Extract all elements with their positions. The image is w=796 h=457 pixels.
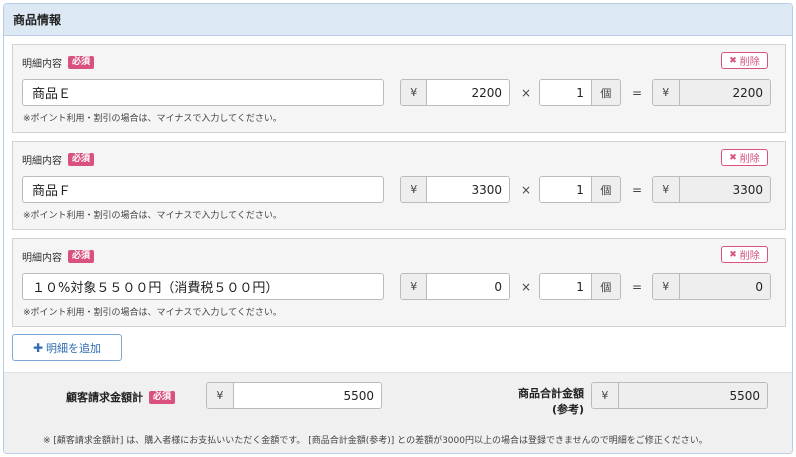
times-sign: ×: [520, 279, 532, 294]
product-total-label-line2: (参考): [551, 403, 584, 416]
qty-group: 1 個: [539, 176, 621, 203]
item-label-row: 明細内容 必須: [22, 152, 95, 167]
unit-addon: 個: [590, 274, 620, 299]
price-group: ¥ 3300: [400, 176, 510, 203]
qty-group: 1 個: [539, 273, 621, 300]
footer-note: ※ [顧客請求金額計] は、購入者様にお支払いいただく金額です。 [商品合計金額…: [43, 436, 708, 446]
billing-total-group: ¥ 5500: [206, 382, 382, 409]
item-note: ※ポイント利用・割引の場合は、マイナスで入力してください。: [23, 114, 282, 124]
item-name-input[interactable]: 商品Ｅ: [22, 79, 384, 106]
item-label: 明細内容: [22, 156, 62, 167]
quantity-input[interactable]: 1: [540, 80, 591, 105]
unit-price-input[interactable]: 3300: [427, 177, 509, 202]
yen-addon: ¥: [653, 177, 680, 202]
product-total-label: 商品合計金額 (参考): [484, 386, 584, 418]
item-note: ※ポイント利用・割引の場合は、マイナスで入力してください。: [23, 308, 282, 318]
billing-total-label-row: 顧客請求金額計 必須: [66, 389, 176, 405]
line-item: 明細内容 必須 ✖ 削除 商品Ｆ ※ポイント利用・割引の場合は、マイナスで入力し…: [12, 141, 786, 230]
delete-button[interactable]: ✖ 削除: [721, 246, 768, 263]
product-info-panel: 商品情報 明細内容 必須 ✖ 削除 商品Ｅ ※ポイント利用・割引の場合は、マイナ…: [3, 3, 793, 454]
qty-group: 1 個: [539, 79, 621, 106]
required-badge: 必須: [149, 390, 176, 404]
equals-sign: =: [631, 182, 643, 197]
subtotal-value: 3300: [679, 177, 770, 202]
item-label: 明細内容: [22, 253, 62, 264]
quantity-input[interactable]: 1: [540, 177, 591, 202]
add-line-item-button[interactable]: ✚ 明細を追加: [12, 334, 122, 361]
yen-addon: ¥: [401, 177, 428, 202]
subtotal-group: ¥ 0: [652, 273, 771, 300]
plus-icon: ✚: [32, 340, 44, 355]
close-icon: ✖: [729, 249, 737, 260]
delete-button[interactable]: ✖ 削除: [721, 149, 768, 166]
quantity-input[interactable]: 1: [540, 274, 591, 299]
subtotal-value: 2200: [679, 80, 770, 105]
item-name-input[interactable]: １０%対象５５００円（消費税５００円）: [22, 273, 384, 300]
item-name-input[interactable]: 商品Ｆ: [22, 176, 384, 203]
product-total-label-line1: 商品合計金額: [518, 387, 584, 400]
item-label-row: 明細内容 必須: [22, 55, 95, 70]
close-icon: ✖: [729, 55, 737, 66]
equals-sign: =: [631, 279, 643, 294]
panel-title: 商品情報: [4, 4, 792, 36]
equals-sign: =: [631, 85, 643, 100]
required-badge: 必須: [68, 56, 95, 69]
delete-label: 削除: [739, 57, 760, 68]
subtotal-group: ¥ 2200: [652, 79, 771, 106]
product-total-value: 5500: [618, 383, 767, 408]
add-line-item-label: 明細を追加: [46, 341, 102, 355]
subtotal-value: 0: [679, 274, 770, 299]
delete-label: 削除: [739, 251, 760, 262]
times-sign: ×: [520, 85, 532, 100]
close-icon: ✖: [729, 152, 737, 163]
totals-footer: 顧客請求金額計 必須 ¥ 5500 商品合計金額 (参考) ¥ 5500 ※ […: [4, 372, 792, 453]
times-sign: ×: [520, 182, 532, 197]
item-label-row: 明細内容 必須: [22, 249, 95, 264]
item-label: 明細内容: [22, 59, 62, 70]
line-item: 明細内容 必須 ✖ 削除 商品Ｅ ※ポイント利用・割引の場合は、マイナスで入力し…: [12, 44, 786, 133]
yen-addon: ¥: [653, 274, 680, 299]
yen-addon: ¥: [401, 274, 428, 299]
yen-addon: ¥: [592, 383, 619, 408]
unit-price-input[interactable]: 2200: [427, 80, 509, 105]
price-group: ¥ 2200: [400, 79, 510, 106]
delete-button[interactable]: ✖ 削除: [721, 52, 768, 69]
item-note: ※ポイント利用・割引の場合は、マイナスで入力してください。: [23, 211, 282, 221]
delete-label: 削除: [739, 154, 760, 165]
unit-price-input[interactable]: 0: [427, 274, 509, 299]
unit-addon: 個: [590, 80, 620, 105]
required-badge: 必須: [68, 250, 95, 263]
billing-total-input[interactable]: 5500: [233, 383, 381, 408]
subtotal-group: ¥ 3300: [652, 176, 771, 203]
billing-total-label: 顧客請求金額計: [66, 391, 143, 404]
yen-addon: ¥: [207, 383, 234, 408]
product-total-group: ¥ 5500: [591, 382, 768, 409]
line-item: 明細内容 必須 ✖ 削除 １０%対象５５００円（消費税５００円） ※ポイント利用…: [12, 238, 786, 327]
required-badge: 必須: [68, 153, 95, 166]
yen-addon: ¥: [401, 80, 428, 105]
price-group: ¥ 0: [400, 273, 510, 300]
unit-addon: 個: [590, 177, 620, 202]
yen-addon: ¥: [653, 80, 680, 105]
